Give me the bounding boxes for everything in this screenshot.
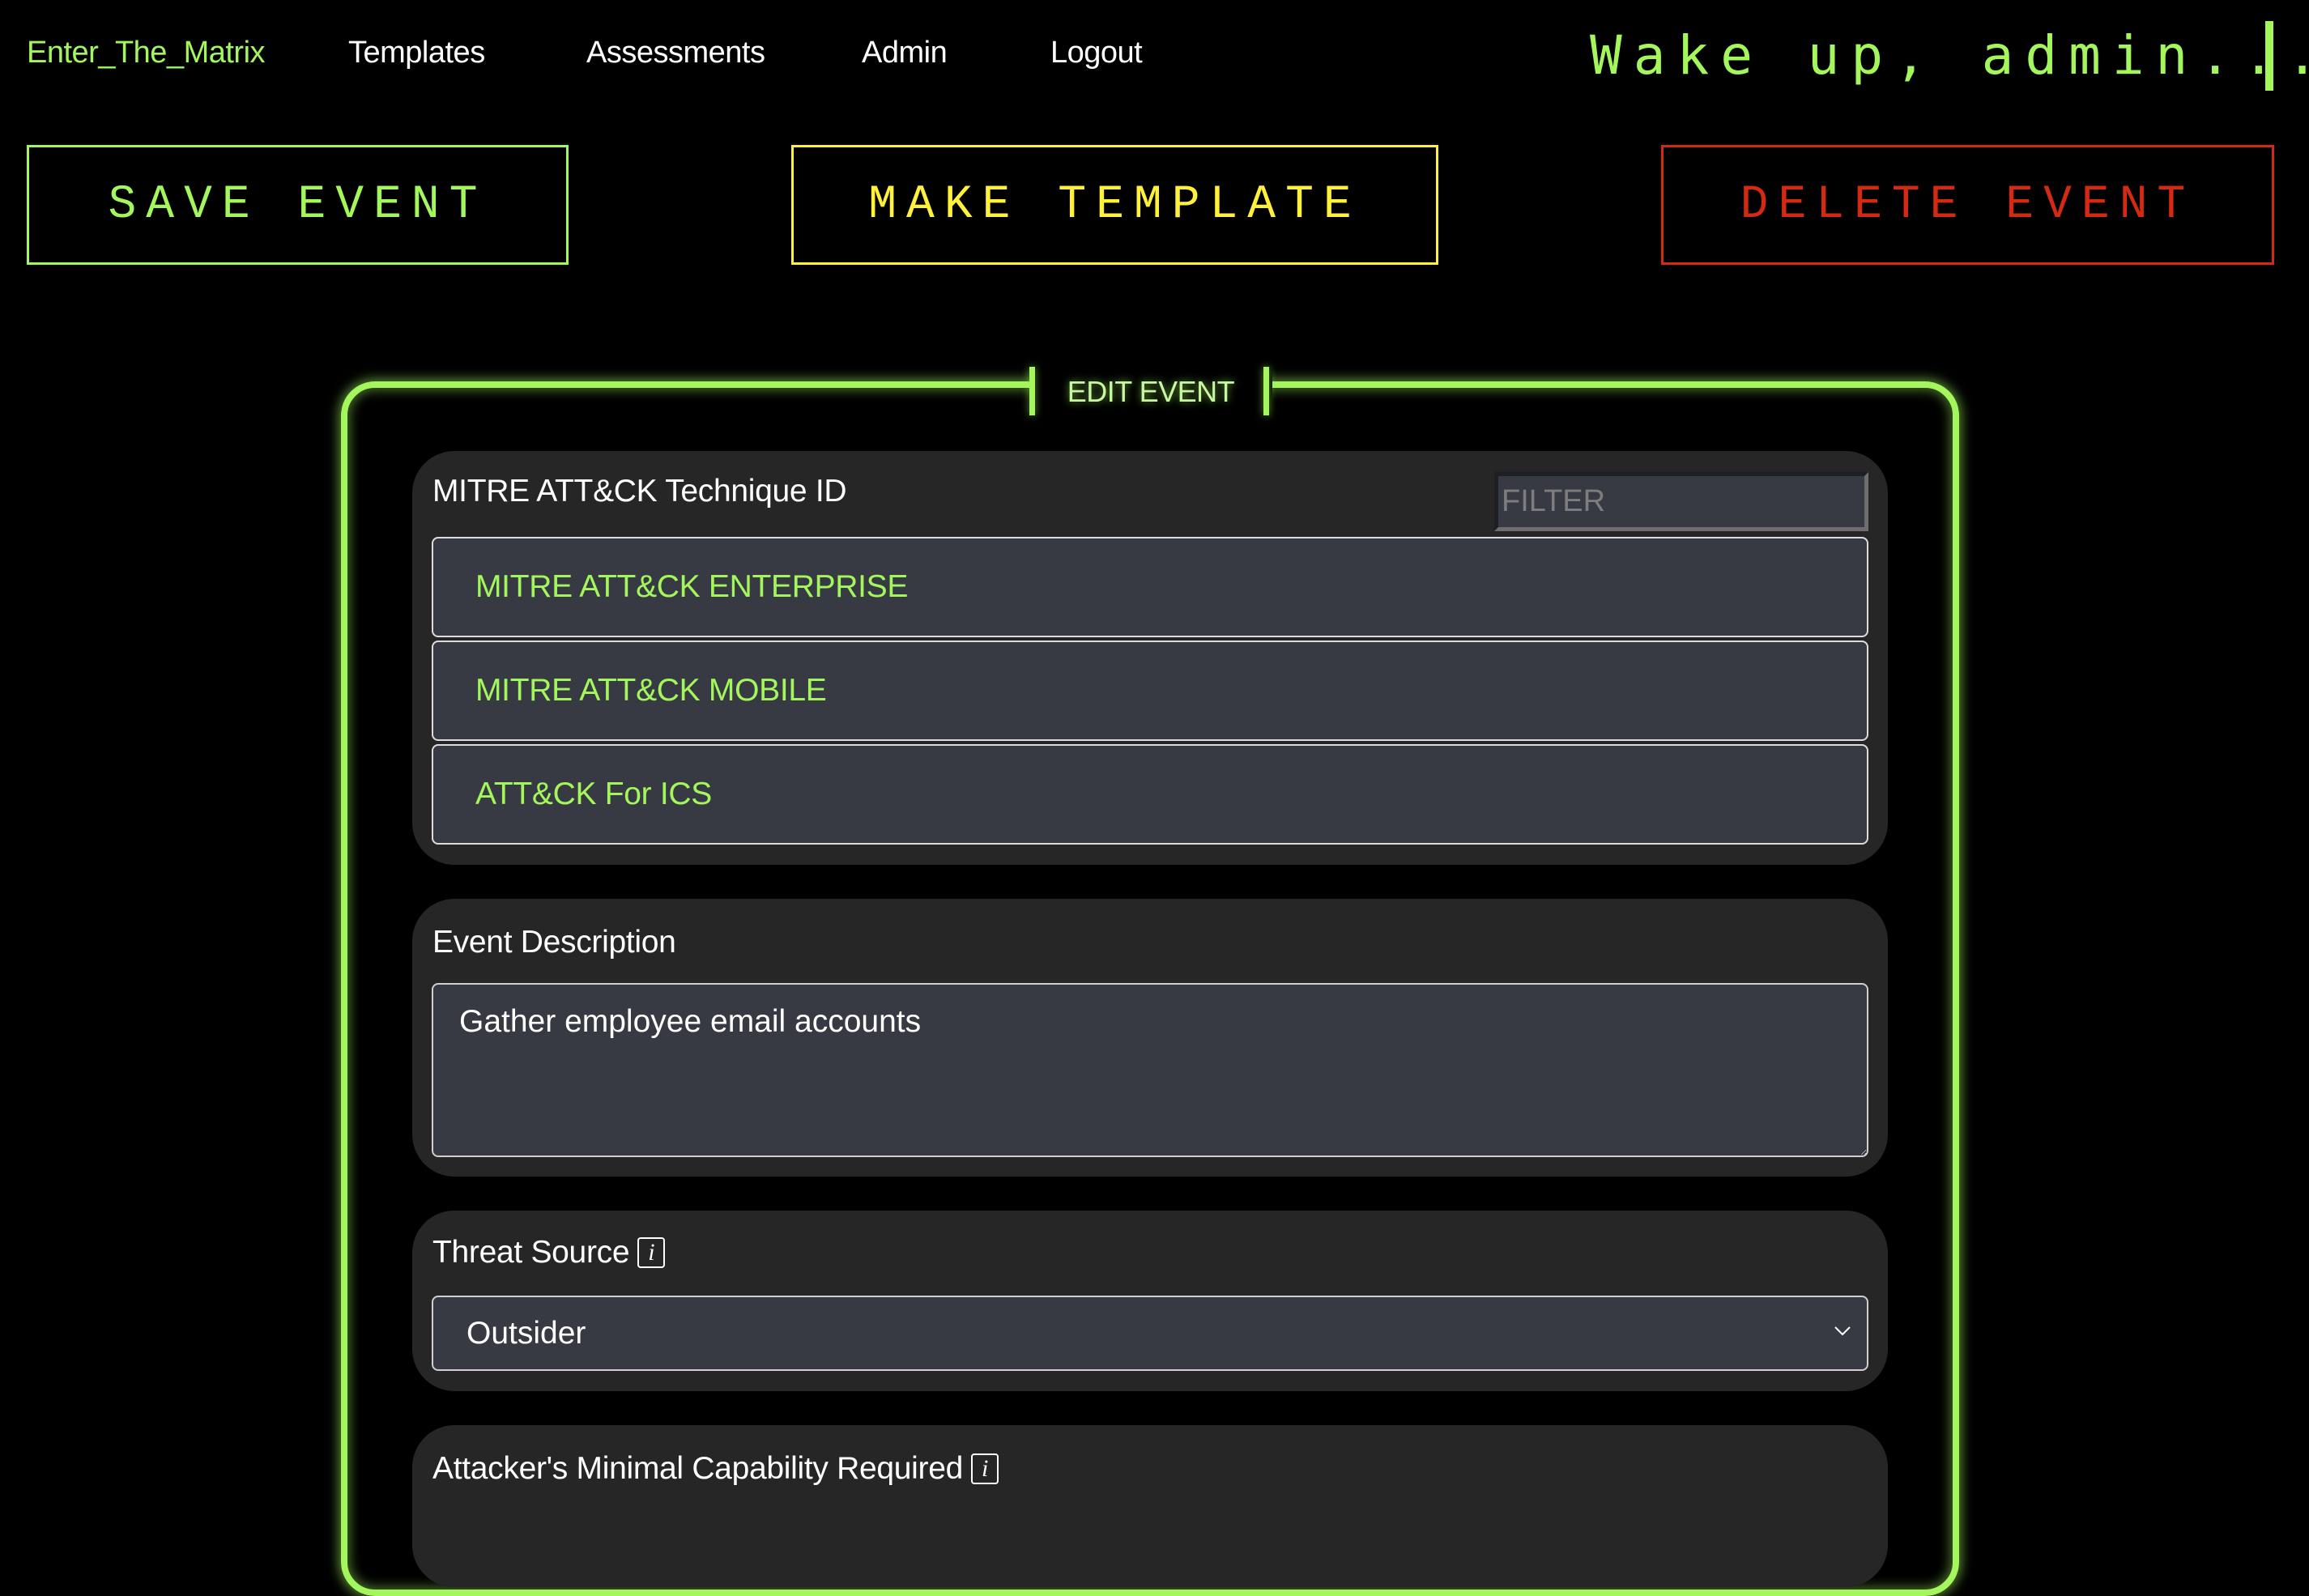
nav-link-admin[interactable]: Admin (862, 36, 948, 70)
threat-source-label: Threat Source i (432, 1235, 666, 1270)
info-icon[interactable]: i (970, 1453, 999, 1484)
info-icon[interactable]: i (637, 1237, 666, 1268)
threat-source-label-text: Threat Source (432, 1235, 630, 1270)
description-textarea[interactable]: Gather employee email accounts (432, 983, 1868, 1157)
capability-label: Attacker's Minimal Capability Required i (432, 1451, 999, 1487)
brand-link[interactable]: Enter_The_Matrix (27, 36, 266, 70)
greeting-text: Wake up, admin... (1590, 24, 2309, 87)
nav-link-assessments[interactable]: Assessments (586, 36, 765, 70)
description-card: Event Description Gather employee email … (412, 899, 1888, 1177)
technique-label: MITRE ATT&CK Technique ID (432, 474, 847, 509)
capability-label-text: Attacker's Minimal Capability Required (432, 1451, 963, 1486)
make-template-button[interactable]: MAKE TEMPLATE (791, 145, 1438, 265)
threat-source-card: Threat Source i Outsider (412, 1211, 1888, 1391)
delete-event-button[interactable]: DELETE EVENT (1661, 145, 2274, 265)
description-label: Event Description (432, 925, 676, 960)
technique-option-enterprise[interactable]: MITRE ATT&CK ENTERPRISE (432, 537, 1868, 637)
nav-link-templates[interactable]: Templates (348, 36, 485, 70)
chevron-down-icon (1834, 1326, 1851, 1336)
typing-cursor (2265, 21, 2273, 91)
technique-filter-input[interactable] (1494, 472, 1868, 531)
technique-option-ics[interactable]: ATT&CK For ICS (432, 744, 1868, 845)
nav-link-logout[interactable]: Logout (1050, 36, 1143, 70)
form-title: EDIT EVENT (1067, 375, 1235, 408)
save-event-button[interactable]: SAVE EVENT (27, 145, 569, 265)
legend-bar-right (1263, 367, 1269, 415)
legend-bar-left (1029, 367, 1035, 415)
edit-event-legend: EDIT EVENT (1029, 367, 1272, 417)
technique-card: MITRE ATT&CK Technique ID MITRE ATT&CK E… (412, 451, 1888, 865)
threat-source-select[interactable]: Outsider (432, 1296, 1868, 1371)
capability-card: Attacker's Minimal Capability Required i (412, 1425, 1888, 1587)
technique-option-mobile[interactable]: MITRE ATT&CK MOBILE (432, 641, 1868, 741)
threat-source-selected: Outsider (466, 1315, 586, 1351)
